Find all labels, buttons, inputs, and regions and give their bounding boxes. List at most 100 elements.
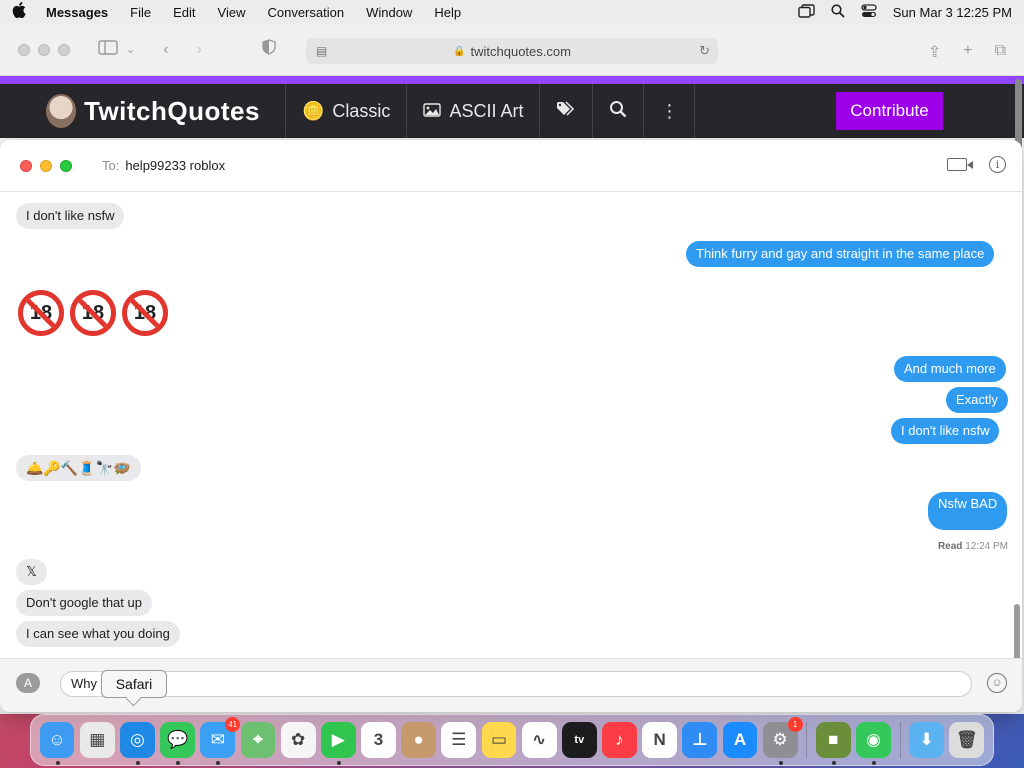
dock-tv-icon[interactable]: tv <box>561 722 597 758</box>
site-accent-stripe <box>0 76 1024 84</box>
dock-keynote-icon[interactable]: ⊥ <box>682 722 718 758</box>
menu-file[interactable]: File <box>130 5 151 20</box>
dock-tv-glyph: tv <box>574 734 585 746</box>
dock-trash-glyph: 🗑 <box>956 730 978 749</box>
running-indicator-dot <box>55 761 60 765</box>
dock-facetime-icon[interactable]: ▶ <box>320 722 356 765</box>
message-input[interactable]: Whya <box>60 671 972 697</box>
share-icon[interactable]: ⇪ <box>928 42 941 62</box>
dock-contacts-icon[interactable]: ● <box>401 722 437 758</box>
dock-freeform-icon[interactable]: ∿ <box>521 722 557 758</box>
menu-help[interactable]: Help <box>434 5 461 20</box>
dock-news-icon[interactable]: N <box>642 722 678 758</box>
privacy-shield-icon[interactable] <box>262 39 276 60</box>
tab-overview-icon[interactable]: ⧉ <box>995 42 1006 62</box>
menu-app-name[interactable]: Messages <box>46 5 108 20</box>
message-input-text: Why <box>71 676 97 691</box>
read-time: 12:24 PM <box>965 541 1008 552</box>
stage-manager-icon[interactable] <box>798 3 815 21</box>
nav-more[interactable]: ⋮ <box>643 84 696 138</box>
new-tab-icon[interactable]: + <box>963 42 972 62</box>
dock-reminders-icon[interactable]: ☰ <box>441 722 477 758</box>
spotlight-search-icon[interactable] <box>831 3 845 21</box>
menu-bar: Messages File Edit View Conversation Win… <box>0 0 1024 24</box>
dock-photos-icon[interactable]: ✿ <box>280 722 316 758</box>
dock-app-store-glyph: A <box>733 730 747 749</box>
to-label: To: <box>102 158 120 173</box>
recipient-name[interactable]: help99233 roblox <box>125 158 225 173</box>
dock-messages-glyph: 💬 <box>167 730 189 749</box>
message-bubble-incoming[interactable]: Don't google that up <box>16 590 152 616</box>
dock-notes-icon[interactable]: ▭ <box>481 722 517 758</box>
dock-safari-icon[interactable]: ◎ <box>120 722 155 765</box>
notification-badge: 41 <box>225 717 241 732</box>
dock-messages-icon[interactable]: 💬 <box>160 722 195 765</box>
message-bubble-outgoing[interactable]: Nsfw BAD <box>928 492 1008 530</box>
message-bubble-outgoing[interactable]: Exactly <box>946 387 1008 413</box>
message-bubble-incoming[interactable]: I don't like nsfw <box>16 203 125 229</box>
message-bubble-outgoing[interactable]: Think furry and gay and straight in the … <box>686 241 995 267</box>
zoom-button[interactable] <box>60 159 72 172</box>
video-call-icon[interactable] <box>947 158 973 171</box>
dock-freeform-glyph: ∿ <box>532 730 547 749</box>
minimize-button[interactable] <box>40 159 52 172</box>
messages-window: To: help99233 roblox i I don't like nsfw… <box>0 140 1022 712</box>
contribute-button[interactable]: Contribute <box>836 92 943 130</box>
close-button[interactable] <box>18 43 30 56</box>
menu-clock[interactable]: Sun Mar 3 12:25 PM <box>893 5 1012 20</box>
running-indicator-dot <box>216 761 221 765</box>
dock-mail-icon[interactable]: ✉ 41 <box>200 717 241 765</box>
reload-icon[interactable]: ↻ <box>699 43 710 59</box>
dock-finder-icon[interactable]: ☺ <box>39 722 75 765</box>
dock-music-icon[interactable]: ♪ <box>602 722 637 758</box>
running-indicator-dot <box>778 761 783 765</box>
no-under-18-label: 18 <box>133 301 157 324</box>
nav-ascii-art[interactable]: ASCII Art <box>406 84 539 138</box>
minimize-button[interactable] <box>38 43 50 56</box>
close-button[interactable] <box>20 159 32 172</box>
address-bar[interactable]: ▤ 🔒 twitchquotes.com ↻ <box>306 38 718 64</box>
dock-trash-icon[interactable]: 🗑 <box>949 722 985 758</box>
dock-find-my-icon[interactable]: ◉ <box>856 722 891 765</box>
site-brand[interactable]: TwitchQuotes <box>0 84 285 138</box>
dock-calendar-icon[interactable]: 3 <box>361 722 396 758</box>
dock-app-store-icon[interactable]: A <box>722 722 758 758</box>
message-bubble-incoming[interactable]: I can see what you doing <box>16 621 180 647</box>
message-bubble-outgoing[interactable]: I don't like nsfw <box>891 418 1000 444</box>
dock-find-my-glyph: ◉ <box>866 730 881 749</box>
nav-classic[interactable]: 🪙 Classic <box>285 84 406 138</box>
zoom-button[interactable] <box>58 43 70 56</box>
dock-system-settings-icon[interactable]: ⚙ 1 <box>762 717 803 765</box>
dock-maps-icon[interactable]: ⌖ <box>240 722 276 758</box>
message-transcript[interactable]: I don't like nsfw Think furry and gay an… <box>0 192 1022 704</box>
dock-finder-glyph: ☺ <box>48 730 66 749</box>
back-icon[interactable]: ‹ <box>163 41 168 59</box>
menu-window[interactable]: Window <box>366 5 412 20</box>
page-menu-icon[interactable]: ▤ <box>316 44 327 58</box>
message-bubble-incoming-emoji[interactable]: 🛎️🔑🔨🧵🔭🪺 <box>16 455 141 481</box>
sidebar-toggle-icon[interactable] <box>98 39 118 60</box>
menu-conversation[interactable]: Conversation <box>267 5 344 20</box>
info-icon[interactable]: i <box>989 156 1006 173</box>
message-emoji-no-under-18[interactable]: 18 18 18 <box>18 290 168 336</box>
menu-view[interactable]: View <box>218 5 246 20</box>
dock-minecraft-icon[interactable]: ■ <box>815 722 851 765</box>
menu-edit[interactable]: Edit <box>173 5 195 20</box>
control-center-icon[interactable] <box>861 3 877 21</box>
nav-tags[interactable] <box>539 84 592 138</box>
emoji-picker-icon[interactable]: ☺ <box>987 673 1007 693</box>
running-indicator-dot <box>872 761 877 765</box>
chevron-down-icon[interactable]: ⌄ <box>126 43 135 56</box>
message-bubble-incoming-x[interactable]: 𝕏 <box>16 559 47 585</box>
dock-notes-glyph: ▭ <box>490 730 507 749</box>
app-store-apps-icon[interactable]: A <box>16 673 40 693</box>
no-under-18-icon: 18 <box>122 290 168 336</box>
message-bubble-outgoing[interactable]: And much more <box>894 356 1006 382</box>
dock-downloads-icon[interactable]: ⬇ <box>909 722 945 758</box>
apple-menu-icon[interactable] <box>12 2 26 22</box>
forward-icon[interactable]: › <box>197 41 202 59</box>
running-indicator-dot <box>831 761 836 765</box>
nav-search[interactable] <box>592 84 643 138</box>
dock-calendar-glyph: 3 <box>373 730 384 749</box>
dock-launchpad-icon[interactable]: ▦ <box>79 722 115 758</box>
